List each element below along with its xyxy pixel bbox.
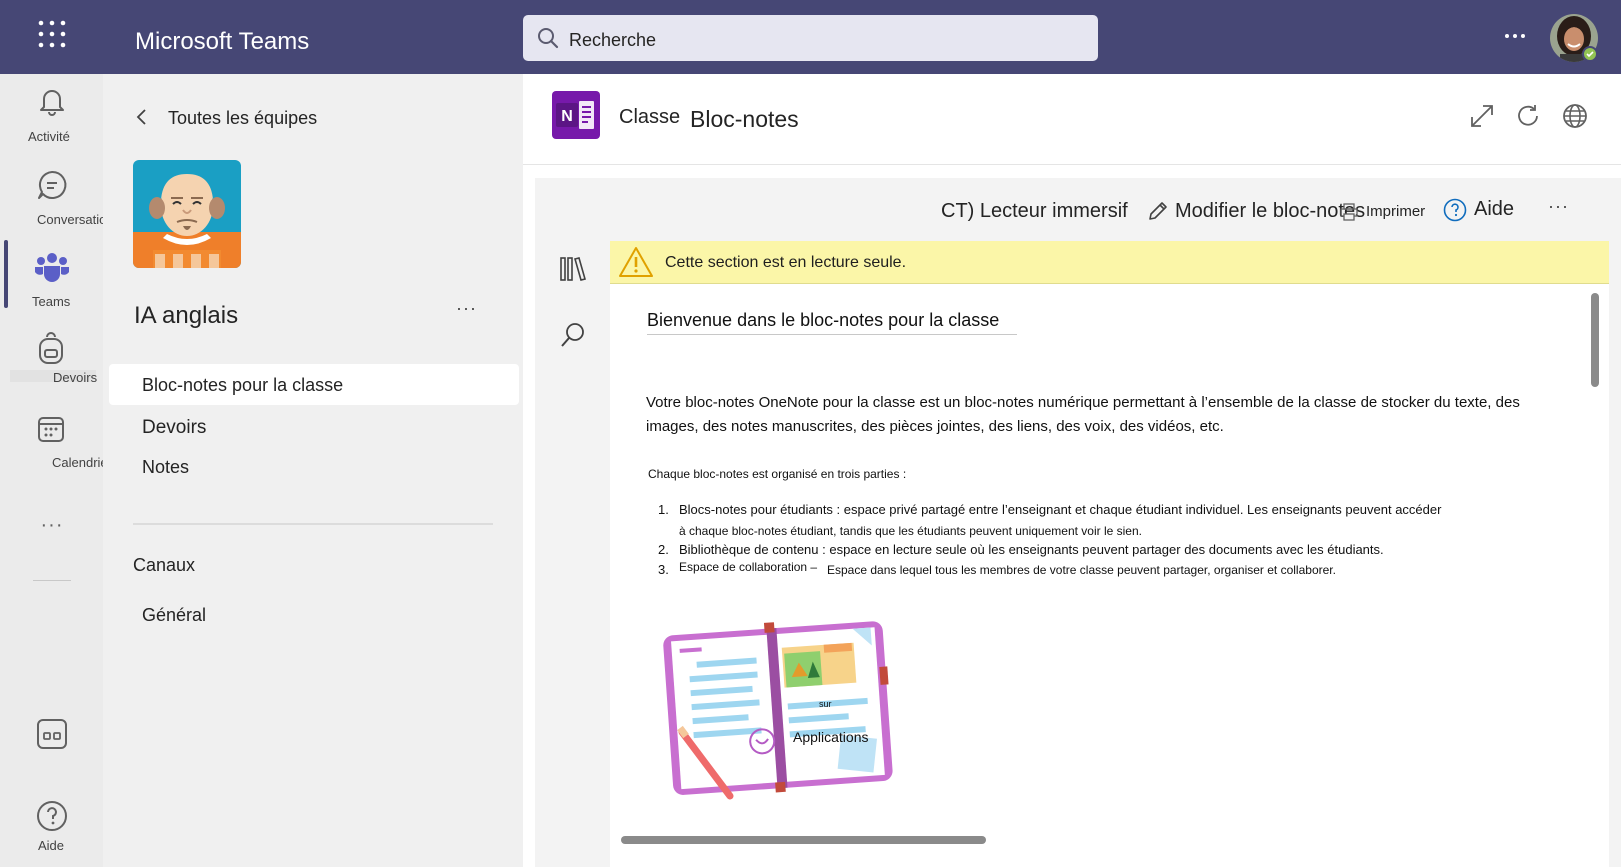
print-button[interactable]: Imprimer: [1339, 194, 1439, 228]
horizontal-scrollbar[interactable]: [621, 836, 986, 844]
pencil-icon: [1149, 202, 1167, 220]
rail-item-devoirs[interactable]: Devoirs: [0, 332, 103, 398]
refresh-icon[interactable]: [1515, 103, 1541, 129]
intro-text-line2: images, des notes manuscrites, des pièce…: [646, 418, 1224, 435]
edit-notebook-label: Modifier le bloc-notes: [1175, 200, 1366, 222]
more-options-icon[interactable]: [1500, 26, 1530, 46]
page-title: Bienvenue dans le bloc-notes pour la cla…: [647, 310, 1000, 330]
channels-header: Canaux: [133, 555, 196, 575]
team-nav-item-devoirs[interactable]: Devoirs: [109, 408, 519, 446]
globe-icon[interactable]: [1562, 103, 1588, 129]
chevron-left-icon: [136, 109, 146, 125]
list-number: 3.: [658, 562, 669, 577]
notebook-page: Bienvenue dans le bloc-notes pour la cla…: [610, 284, 1609, 867]
teams-icon: [35, 253, 69, 282]
search-icon: [538, 28, 559, 49]
onenote-icon: N: [552, 91, 600, 139]
apps-icon[interactable]: [36, 718, 68, 750]
banner-text: Cette section est en lecture seule.: [665, 254, 907, 271]
list-item-3-text: Espace dans lequel tous les membres de v…: [827, 563, 1336, 577]
team-panel: Toutes les équipes IA anglais ··· Bloc-n…: [103, 74, 523, 867]
avatar[interactable]: [1550, 14, 1598, 62]
nav-label: Devoirs: [142, 417, 207, 438]
help-label: Aide: [1474, 198, 1515, 220]
app-rail: Activité Conversation Teams Devoirs Cale…: [0, 74, 114, 867]
bell-icon: [40, 90, 64, 116]
notebook-illustration: [660, 614, 900, 804]
rail-item-activite[interactable]: Activité: [0, 84, 103, 150]
team-more-button[interactable]: ···: [456, 298, 477, 319]
vertical-scrollbar[interactable]: [1591, 293, 1599, 387]
team-avatar: [133, 160, 241, 268]
toolbar-more-button[interactable]: ···: [1548, 196, 1569, 217]
rail-more-button[interactable]: ···: [32, 514, 72, 537]
channel-label: Général: [142, 605, 207, 625]
back-label: Toutes les équipes: [168, 108, 318, 128]
rail-label: Activité: [28, 129, 70, 144]
immersive-reader-label: CT) Lecteur immersif: [941, 200, 1128, 222]
team-name: IA anglais: [134, 302, 239, 329]
app-launcher-icon[interactable]: [36, 18, 68, 50]
back-button[interactable]: Toutes les équipes: [133, 104, 353, 134]
parts-intro: Chaque bloc-notes est organisé en trois …: [648, 467, 907, 481]
print-label: Imprimer: [1366, 203, 1426, 220]
help-icon: [37, 801, 67, 831]
rail-label: Devoirs: [53, 370, 98, 385]
read-only-banner: Cette section est en lecture seule.: [610, 241, 1609, 284]
nav-label: Notes: [142, 457, 190, 477]
svg-text:N: N: [561, 108, 573, 125]
app-title: Microsoft Teams: [135, 28, 310, 55]
illustration-small-label: sur: [819, 699, 832, 709]
rail-item-teams[interactable]: Teams: [0, 250, 103, 316]
search-input[interactable]: Recherche: [523, 15, 1098, 61]
search-placeholder: Recherche: [569, 30, 657, 50]
list-item-1-line2: à chaque bloc-notes étudiant, tandis que…: [679, 524, 1142, 538]
intro-text-line1: Votre bloc-notes OneNote pour la classe …: [646, 394, 1520, 411]
backpack-icon: [39, 332, 63, 364]
list-item-2: Bibliothèque de contenu : espace en lect…: [679, 542, 1384, 557]
rail-label: Aide: [38, 838, 65, 853]
nav-label: Bloc-notes pour la classe: [142, 375, 344, 395]
rail-item-conversation[interactable]: Conversation: [0, 168, 114, 234]
top-bar: Microsoft Teams Recherche: [0, 0, 1621, 74]
rail-divider: [33, 580, 71, 581]
panel-divider: [133, 523, 493, 525]
immersive-reader-button[interactable]: CT) Lecteur immersif: [941, 194, 1131, 228]
printer-icon: [1340, 203, 1358, 221]
help-circle-icon: [1443, 198, 1467, 222]
notebook-classe-label: Classe: [619, 106, 681, 128]
list-number: 2.: [658, 542, 669, 557]
channel-item-general[interactable]: Général: [109, 596, 519, 634]
chat-icon: [38, 170, 67, 199]
page-title-underline: [647, 334, 1017, 335]
illustration-label: Applications: [793, 729, 869, 745]
list-item-3-term: Espace de collaboration –: [679, 560, 818, 574]
team-nav-item-class-notebook[interactable]: Bloc-notes pour la classe: [109, 364, 519, 405]
search-notebook-icon[interactable]: [558, 320, 588, 350]
list-item-1-line1: Blocs-notes pour étudiants : espace priv…: [679, 502, 1442, 517]
header-divider: [523, 164, 1621, 165]
calendar-icon: [38, 417, 64, 442]
help-button[interactable]: Aide: [1443, 192, 1523, 226]
notebook-title: Bloc-notes: [690, 106, 799, 132]
rail-label: Teams: [32, 294, 71, 309]
rail-item-calendrier[interactable]: Calendrier: [0, 414, 112, 480]
rail-item-aide[interactable]: Aide: [0, 800, 103, 860]
expand-icon[interactable]: [1469, 103, 1495, 129]
notebooks-icon[interactable]: [558, 254, 588, 284]
team-nav-item-notes[interactable]: Notes: [109, 448, 519, 486]
list-number: 1.: [658, 502, 669, 517]
warning-icon: [619, 247, 653, 277]
